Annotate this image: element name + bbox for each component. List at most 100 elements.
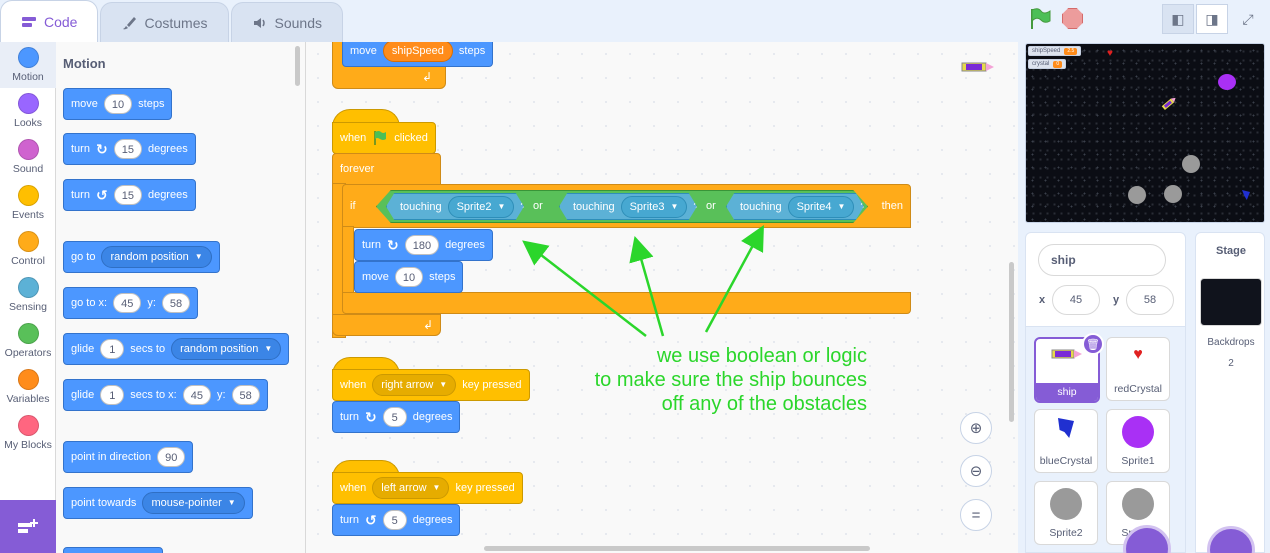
- category-sound[interactable]: Sound: [0, 134, 56, 180]
- palette-scrollbar[interactable]: [295, 46, 300, 86]
- block-text: turn: [71, 189, 90, 201]
- block-turn-left[interactable]: turn ↺ 15 degrees: [63, 179, 196, 211]
- block-number-input[interactable]: 1: [100, 385, 125, 405]
- block-number-input[interactable]: 58: [161, 293, 191, 313]
- category-motion[interactable]: Motion: [0, 42, 56, 88]
- add-extension-button[interactable]: [0, 500, 56, 553]
- chevron-down-icon: ▼: [194, 252, 203, 261]
- block-glide-to-xy[interactable]: glide 1 secs to x: 45 y: 58: [63, 379, 268, 411]
- small-stage-button[interactable]: ◧: [1162, 4, 1194, 34]
- zoom-out-button[interactable]: ⊖: [960, 455, 992, 487]
- code-workspace[interactable]: move shipSpeed steps ↲ when clicked fore…: [306, 42, 1018, 553]
- tab-sounds[interactable]: Sounds: [230, 2, 343, 42]
- block-text: y:: [216, 389, 226, 401]
- large-stage-icon: ◨: [1205, 10, 1219, 27]
- palette-section-title: Motion: [63, 56, 106, 71]
- rotate-left-icon: ↺: [95, 187, 108, 203]
- code-vertical-scrollbar[interactable]: [1009, 262, 1014, 422]
- category-label: Variables: [6, 393, 50, 405]
- sprite-tile-sprite2[interactable]: Sprite2: [1034, 481, 1098, 545]
- sprite-tile-ship[interactable]: 🗑 ship: [1034, 333, 1104, 403]
- category-control[interactable]: Control: [0, 226, 56, 272]
- purple-sprite: [1218, 74, 1236, 90]
- block-number-input[interactable]: 15: [113, 139, 142, 159]
- annotation-arrow: [629, 235, 665, 337]
- sprite-tile-redcrystal[interactable]: ♥ redCrystal: [1106, 337, 1170, 401]
- code-horizontal-scrollbar[interactable]: [484, 546, 870, 551]
- rotate-right-icon: ↻: [95, 141, 108, 157]
- stage-canvas[interactable]: shipSpeed 2.5 crystal 0 ♥: [1025, 43, 1265, 223]
- sound-dot-icon: [17, 139, 39, 160]
- tab-sounds-label: Sounds: [274, 14, 322, 31]
- block-dropdown[interactable]: random position ▼: [171, 338, 282, 360]
- block-text: steps: [138, 98, 165, 110]
- block-number-input[interactable]: 45: [113, 293, 142, 313]
- block-text: degrees: [147, 189, 188, 201]
- green-flag-button[interactable]: [1028, 8, 1052, 30]
- red-crystal-icon: ♥: [1133, 346, 1143, 363]
- sprite-list: 🗑 ship ♥ redCrystal blueCrystal Sprite1 …: [1025, 327, 1186, 553]
- events-dot-icon: [17, 185, 39, 206]
- ship-sprite: [1161, 97, 1176, 111]
- block-text: go to x:: [71, 297, 108, 309]
- annotation-line: off any of the obstacles: [661, 393, 867, 415]
- dropdown-value: random position: [180, 343, 259, 355]
- zoom-reset-button[interactable]: =: [960, 499, 992, 531]
- category-looks[interactable]: Looks: [0, 88, 56, 134]
- add-backdrop-button[interactable]: [1207, 526, 1255, 553]
- stage-thumbnail: [1200, 278, 1262, 326]
- dropdown-value: random position: [110, 251, 189, 263]
- block-turn-right[interactable]: turn ↻ 15 degrees: [63, 133, 196, 165]
- block-dropdown[interactable]: random position ▼: [101, 246, 212, 268]
- category-events[interactable]: Events: [0, 180, 56, 226]
- block-move-steps[interactable]: move 10 steps: [63, 88, 173, 120]
- stage-selector[interactable]: Stage Backdrops 2: [1195, 232, 1265, 553]
- grey-obstacle-sprite: [1164, 185, 1182, 203]
- fullscreen-button[interactable]: ⤢: [1232, 4, 1264, 34]
- y-position-field[interactable]: 58: [1126, 285, 1174, 315]
- block-text: point in direction: [71, 451, 152, 463]
- zoom-in-icon: ⊕: [969, 420, 983, 437]
- sensing-dot-icon: [17, 277, 39, 298]
- block-partial[interactable]: [63, 547, 163, 553]
- block-dropdown[interactable]: mouse-pointer ▼: [142, 492, 245, 514]
- category-sensing[interactable]: Sensing: [0, 272, 56, 318]
- zoom-reset-icon: =: [971, 506, 981, 524]
- trash-icon: 🗑: [1086, 338, 1100, 351]
- block-number-input[interactable]: 15: [113, 185, 142, 205]
- category-label: Sensing: [9, 301, 47, 313]
- sprite-info-panel: ship x 45 y 58: [1025, 232, 1186, 327]
- stop-button[interactable]: [1062, 8, 1083, 29]
- red-crystal-sprite: ♥: [1107, 48, 1113, 59]
- block-number-input[interactable]: 10: [103, 94, 133, 114]
- block-point-in-direction[interactable]: point in direction 90: [63, 441, 194, 473]
- block-number-input[interactable]: 1: [100, 339, 125, 359]
- block-number-input[interactable]: 45: [182, 385, 211, 405]
- backdrops-label: Backdrops: [1207, 337, 1255, 348]
- sprite-tile-bluecrystal[interactable]: blueCrystal: [1034, 409, 1098, 473]
- block-number-input[interactable]: 58: [231, 385, 260, 405]
- monitor-label: shipSpeed: [1032, 48, 1061, 54]
- x-position-field[interactable]: 45: [1052, 285, 1100, 315]
- looks-dot-icon: [17, 93, 39, 114]
- delete-sprite-button[interactable]: 🗑: [1082, 333, 1104, 355]
- block-point-towards[interactable]: point towards mouse-pointer ▼: [63, 487, 253, 519]
- tab-code[interactable]: Code: [0, 0, 99, 42]
- tab-costumes[interactable]: Costumes: [100, 2, 229, 42]
- block-glide-to[interactable]: glide 1 secs to random position ▼: [63, 333, 290, 365]
- variable-monitor-shipspeed[interactable]: shipSpeed 2.5: [1028, 46, 1082, 56]
- sprite-name-field[interactable]: ship: [1038, 244, 1166, 276]
- variable-monitor-crystal[interactable]: crystal 0: [1028, 59, 1067, 69]
- sprite-tile-sprite1[interactable]: Sprite1: [1106, 409, 1170, 473]
- block-number-input[interactable]: 90: [157, 447, 186, 467]
- large-stage-button[interactable]: ◨: [1196, 4, 1228, 34]
- category-label: Control: [11, 255, 45, 267]
- category-my-blocks[interactable]: My Blocks: [0, 410, 56, 456]
- zoom-in-button[interactable]: ⊕: [960, 412, 992, 444]
- block-go-to-xy[interactable]: go to x: 45 y: 58: [63, 287, 199, 319]
- block-go-to[interactable]: go to random position ▼: [63, 241, 220, 273]
- blue-crystal-icon: [1058, 418, 1074, 438]
- category-operators[interactable]: Operators: [0, 318, 56, 364]
- fullscreen-icon: ⤢: [1242, 10, 1254, 27]
- category-variables[interactable]: Variables: [0, 364, 56, 410]
